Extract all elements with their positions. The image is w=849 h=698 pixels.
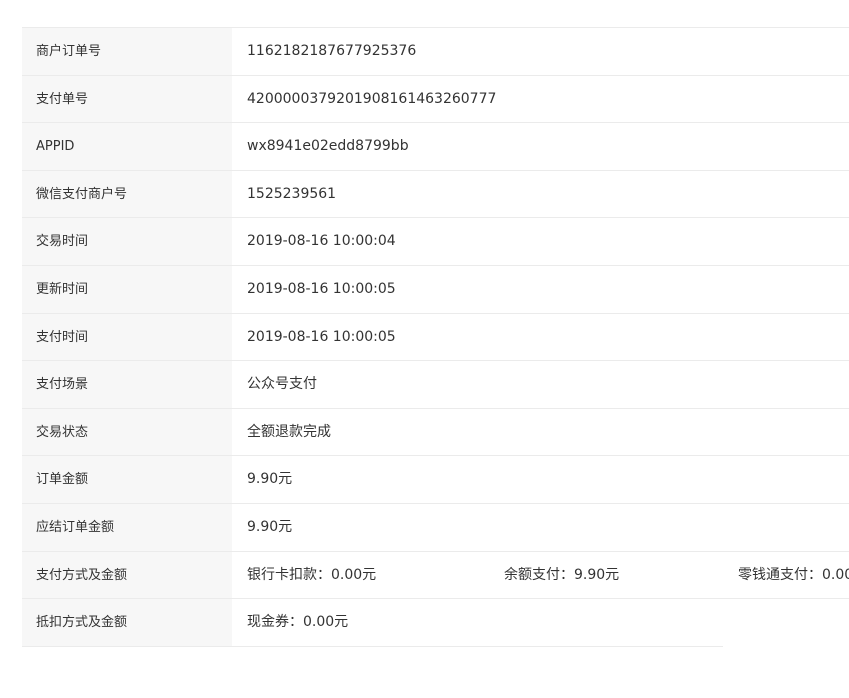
label-settlement-amount: 应结订单金额 (22, 503, 232, 551)
row-deduction-methods: 抵扣方式及金额 现金券：0.00元 (22, 599, 723, 647)
order-detail-page: 商户订单号 1162182187677925376 支付单号 420000037… (0, 0, 849, 698)
value-merchant-order-no: 1162182187677925376 (247, 43, 417, 59)
value-wechat-merchant-id: 1525239561 (247, 185, 337, 202)
value-update-time: 2019-08-16 10:00:05 (247, 280, 396, 297)
row-appid: APPID wx8941e02edd8799bb (22, 123, 849, 171)
value-pay-time: 2019-08-16 10:00:05 (247, 328, 396, 345)
row-pay-time: 支付时间 2019-08-16 10:00:05 (22, 313, 849, 362)
value-appid: wx8941e02edd8799bb (247, 138, 409, 155)
order-detail-table: 商户订单号 1162182187677925376 支付单号 420000037… (22, 27, 849, 647)
row-pay-scene: 支付场景 公众号支付 (22, 361, 849, 409)
row-trade-status: 交易状态 全额退款完成 (22, 408, 849, 457)
value-lqt-payment: 零钱通支付：0.00 (738, 566, 849, 583)
row-order-amount: 订单金额 9.90元 (22, 456, 849, 504)
value-balance-payment: 余额支付：9.90元 (504, 566, 620, 583)
label-pay-time: 支付时间 (22, 313, 232, 361)
value-settlement-amount: 9.90元 (247, 518, 293, 535)
label-payment-methods: 支付方式及金额 (22, 551, 232, 599)
row-payment-methods: 支付方式及金额 银行卡扣款：0.00元 余额支付：9.90元 零钱通支付：0.0… (22, 551, 849, 600)
row-trade-time: 交易时间 2019-08-16 10:00:04 (22, 218, 849, 266)
value-cash-voucher: 现金券：0.00元 (247, 614, 349, 631)
label-update-time: 更新时间 (22, 265, 232, 313)
row-settlement-amount: 应结订单金额 9.90元 (22, 503, 849, 552)
row-payment-no: 支付单号 4200000379201908161463260777 (22, 75, 849, 124)
label-pay-scene: 支付场景 (22, 361, 232, 408)
label-order-amount: 订单金额 (22, 456, 232, 503)
label-appid: APPID (22, 123, 232, 170)
value-payment-no: 4200000379201908161463260777 (247, 90, 497, 107)
label-wechat-merchant-id: 微信支付商户号 (22, 170, 232, 218)
label-deduction-methods: 抵扣方式及金额 (22, 599, 232, 646)
label-trade-time: 交易时间 (22, 218, 232, 265)
label-merchant-order-no: 商户订单号 (22, 28, 232, 75)
value-bank-card-deduction: 银行卡扣款：0.00元 (247, 566, 377, 583)
label-payment-no: 支付单号 (22, 75, 232, 123)
value-order-amount: 9.90元 (247, 471, 293, 488)
label-trade-status: 交易状态 (22, 408, 232, 456)
value-trade-status: 全额退款完成 (247, 423, 331, 440)
value-pay-scene: 公众号支付 (247, 376, 317, 393)
row-update-time: 更新时间 2019-08-16 10:00:05 (22, 265, 849, 314)
row-merchant-order-no: 商户订单号 1162182187677925376 (22, 28, 849, 76)
row-wechat-merchant-id: 微信支付商户号 1525239561 (22, 170, 849, 219)
value-trade-time: 2019-08-16 10:00:04 (247, 233, 396, 250)
